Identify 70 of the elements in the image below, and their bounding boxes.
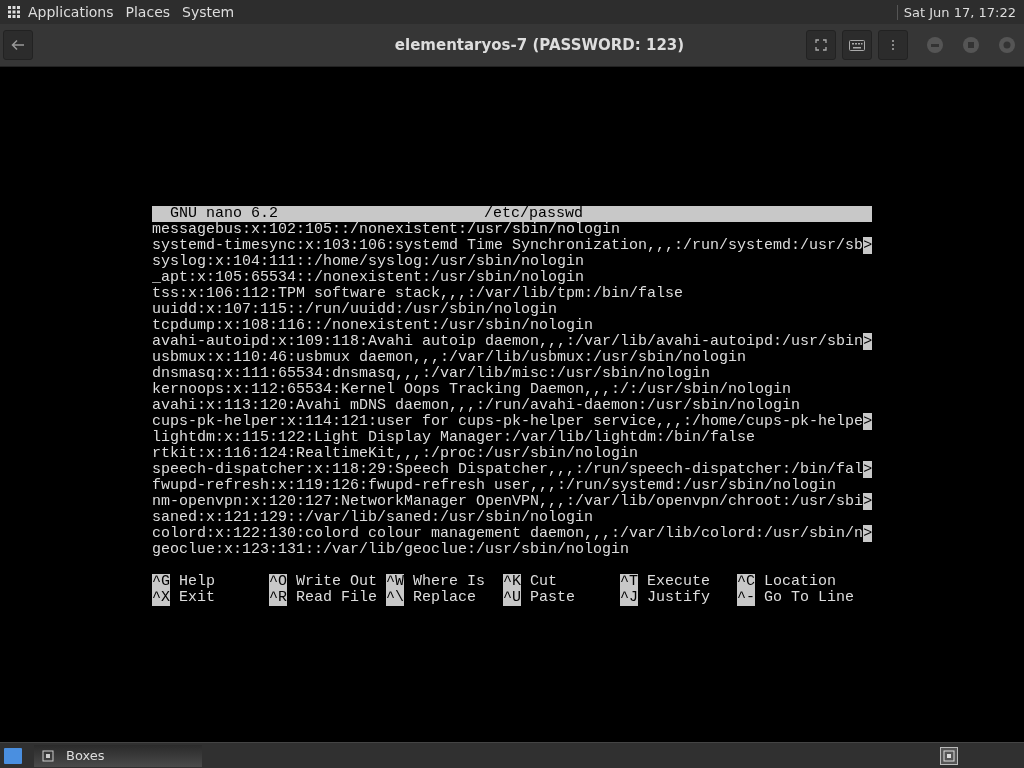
keyboard-button[interactable] bbox=[842, 30, 872, 60]
shortcut-key: ^- bbox=[737, 590, 755, 606]
shortcut-key: ^R bbox=[269, 590, 287, 606]
panel-menu[interactable]: Places bbox=[125, 4, 171, 20]
clock[interactable]: Sat Jun 17, 17:22 bbox=[896, 4, 1016, 20]
shortcut-label: Justify bbox=[647, 590, 711, 606]
shortcut-label: Go To Line bbox=[764, 590, 855, 606]
back-button[interactable] bbox=[3, 30, 33, 60]
shortcut-label: Read File bbox=[296, 590, 378, 606]
shortcut-label: Replace bbox=[413, 590, 477, 606]
shortcut-key: ^K bbox=[503, 574, 521, 590]
file-line: cups-pk-helper:x:114:121:user for cups-pk-helper service,,,:/home/cups-pk-helpe bbox=[152, 413, 864, 430]
shortcut-label: Location bbox=[764, 574, 837, 590]
boxes-app-icon bbox=[42, 749, 54, 762]
shortcut-label: Cut bbox=[530, 574, 558, 590]
fullscreen-button[interactable] bbox=[806, 30, 836, 60]
shortcut-key: ^J bbox=[620, 590, 638, 606]
file-line: _apt:x:105:65534::/nonexistent:/usr/sbin/nologin bbox=[152, 269, 585, 286]
file-line: usbmux:x:110:46:usbmux daemon,,,:/var/lib/usbmux:/usr/sbin/nologin bbox=[152, 349, 747, 366]
shortcut-key: ^\ bbox=[386, 590, 404, 606]
file-line: kernoops:x:112:65534:Kernel Oops Tracking Daemon,,,:/:/usr/sbin/nologin bbox=[152, 381, 792, 398]
file-line: saned:x:121:129::/var/lib/saned:/usr/sbin/nologin bbox=[152, 509, 594, 526]
shortcut-label: Help bbox=[179, 574, 216, 590]
shortcut-label: Exit bbox=[179, 590, 216, 606]
file-name: /etc/passwd bbox=[484, 206, 584, 222]
overflow-marker: > bbox=[863, 493, 873, 510]
file-line: tss:x:106:112:TPM software stack,,,:/var/lib/tpm:/bin/false bbox=[152, 285, 684, 302]
file-line: fwupd-refresh:x:119:126:fwupd-refresh user,,,:/run/systemd:/usr/sbin/nologin bbox=[152, 477, 837, 494]
back-arrow-icon bbox=[11, 39, 25, 51]
shortcut-label: Write Out bbox=[296, 574, 378, 590]
file-line: syslog:x:104:111::/home/syslog:/usr/sbin/nologin bbox=[152, 253, 585, 270]
taskbar-window-button[interactable]: Boxes bbox=[34, 744, 202, 767]
file-line: nm-openvpn:x:120:127:NetworkManager OpenVPN,,,:/var/lib/openvpn/chroot:/usr/sbi bbox=[152, 493, 864, 510]
file-line: lightdm:x:115:122:Light Display Manager:/var/lib/lightdm:/bin/false bbox=[152, 429, 756, 446]
start-icon[interactable] bbox=[4, 747, 22, 764]
file-line: systemd-timesync:x:103:106:systemd Time Synchronization,,,:/run/systemd:/usr/sb bbox=[152, 237, 864, 254]
overflow-marker: > bbox=[863, 525, 873, 542]
shortcut-label: Where Is bbox=[413, 574, 486, 590]
file-line: uuidd:x:107:115::/run/uuidd:/usr/sbin/nologin bbox=[152, 301, 558, 318]
shortcut-key: ^C bbox=[737, 574, 755, 590]
overflow-marker: > bbox=[863, 237, 873, 254]
file-line: geoclue:x:123:131::/var/lib/geoclue:/usr/sbin/nologin bbox=[152, 541, 630, 558]
file-line: rtkit:x:116:124:RealtimeKit,,,:/proc:/usr/sbin/nologin bbox=[152, 445, 639, 462]
panel-menu[interactable]: Applications bbox=[28, 4, 114, 20]
file-line: tcpdump:x:108:116::/nonexistent:/usr/sbin/nologin bbox=[152, 317, 594, 334]
shortcut-key: ^U bbox=[503, 590, 521, 606]
shortcut-key: ^T bbox=[620, 574, 638, 590]
file-line: avahi:x:113:120:Avahi mDNS daemon,,,:/run/avahi-daemon:/usr/sbin/nologin bbox=[152, 397, 801, 414]
shortcut-label: Execute bbox=[647, 574, 711, 590]
boxes-tray-icon[interactable] bbox=[940, 746, 958, 765]
overflow-marker: > bbox=[863, 461, 873, 478]
shortcut-key: ^G bbox=[152, 574, 170, 590]
shortcut-key: ^O bbox=[269, 574, 287, 590]
overflow-marker: > bbox=[863, 413, 873, 430]
panel-menu[interactable]: System bbox=[182, 4, 235, 20]
menu-icon bbox=[891, 39, 895, 51]
keyboard-icon bbox=[849, 39, 865, 51]
fullscreen-icon bbox=[815, 39, 827, 51]
shortcut-label: Paste bbox=[530, 590, 576, 606]
file-line: speech-dispatcher:x:118:29:Speech Dispatcher,,,:/run/speech-dispatcher:/bin/fal bbox=[152, 461, 864, 478]
window-title: elementaryos-7 (PASSWORD: 123) bbox=[393, 36, 686, 54]
file-line: dnsmasq:x:111:65534:dnsmasq,,,:/var/lib/misc:/usr/sbin/nologin bbox=[152, 365, 711, 382]
overflow-marker: > bbox=[863, 333, 873, 350]
file-line: avahi-autoipd:x:109:118:Avahi autoip daemon,,,:/var/lib/avahi-autoipd:/usr/sbin bbox=[152, 333, 864, 350]
shortcut-key: ^W bbox=[386, 574, 404, 590]
shortcut-key: ^X bbox=[152, 590, 170, 606]
app-grid-icon[interactable] bbox=[8, 6, 20, 18]
file-line: messagebus:x:102:105::/nonexistent:/usr/sbin/nologin bbox=[152, 221, 621, 238]
program-name: GNU nano 6.2 bbox=[170, 206, 279, 222]
file-line: colord:x:122:130:colord colour management daemon,,,:/var/lib/colord:/usr/sbin/n bbox=[152, 525, 864, 542]
